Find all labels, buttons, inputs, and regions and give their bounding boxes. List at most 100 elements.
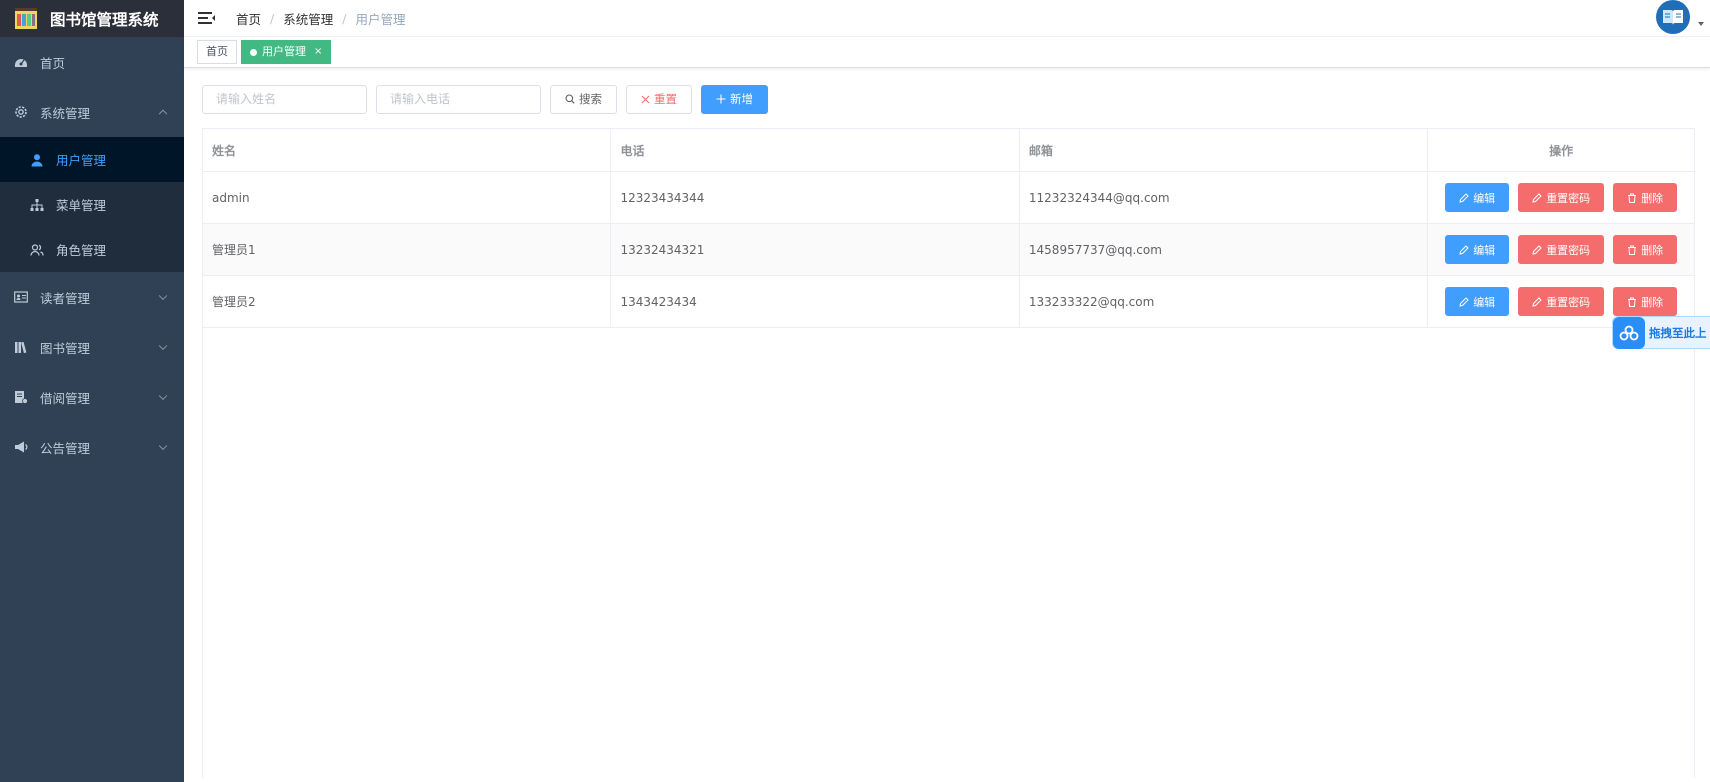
- delete-button[interactable]: 删除: [1613, 183, 1678, 212]
- delete-button-label: 删除: [1641, 295, 1664, 309]
- sidebar: 图书馆管理系统 首页 系统管理 用户管理 菜单管理 角色管理 读者管理 图书管理…: [0, 0, 184, 782]
- sidebar-item-label: 读者管理: [40, 290, 91, 306]
- cell-phone: 12323434344: [611, 172, 1020, 223]
- reset-button-label: 重置: [654, 92, 677, 106]
- cell-phone: 13232434321: [611, 224, 1020, 275]
- sidebar-item-readers[interactable]: 读者管理: [0, 272, 184, 322]
- close-icon: [641, 95, 650, 104]
- app-title: 图书馆管理系统: [50, 10, 159, 29]
- edit-button[interactable]: 编辑: [1445, 183, 1510, 212]
- edit-icon: [1532, 296, 1542, 307]
- sidebar-item-system[interactable]: 系统管理: [0, 87, 184, 137]
- phone-search-input[interactable]: [376, 84, 541, 114]
- edit-icon: [1459, 296, 1469, 307]
- table-row: admin 12323434344 11232324344@qq.com 编辑 …: [203, 172, 1694, 224]
- breadcrumb-home[interactable]: 首页: [236, 9, 261, 28]
- sidebar-item-label: 借阅管理: [40, 390, 91, 406]
- sidebar-item-label: 系统管理: [40, 105, 91, 121]
- edit-button-label: 编辑: [1473, 295, 1496, 309]
- gear-icon: [14, 105, 28, 119]
- reset-password-button-label: 重置密码: [1546, 191, 1591, 205]
- breadcrumb-separator: /: [342, 10, 347, 26]
- id-card-icon: [14, 290, 28, 304]
- chevron-down-icon: [158, 441, 168, 451]
- edit-button[interactable]: 编辑: [1445, 235, 1510, 264]
- search-button[interactable]: 搜索: [550, 84, 617, 114]
- table-row: 管理员2 1343423434 133233322@qq.com 编辑 重置密码: [203, 276, 1694, 328]
- cloud-link-icon: [1613, 316, 1645, 349]
- close-icon[interactable]: ×: [314, 41, 322, 63]
- tag-home[interactable]: 首页: [197, 40, 237, 64]
- column-header-name: 姓名: [203, 129, 612, 171]
- delete-button-label: 删除: [1641, 191, 1664, 205]
- sidebar-item-label: 菜单管理: [56, 198, 107, 213]
- megaphone-icon: [14, 440, 28, 454]
- avatar[interactable]: [1656, 0, 1690, 34]
- sidebar-item-borrow[interactable]: 借阅管理: [0, 372, 184, 422]
- logo-bar[interactable]: 图书馆管理系统: [0, 0, 184, 37]
- reset-password-button[interactable]: 重置密码: [1518, 183, 1605, 212]
- sidebar-item-menus[interactable]: 菜单管理: [0, 182, 184, 227]
- cell-email: 133233322@qq.com: [1020, 276, 1429, 327]
- reset-password-button[interactable]: 重置密码: [1518, 287, 1605, 316]
- tags-view: 首页 用户管理 ×: [184, 37, 1710, 68]
- breadcrumb-system[interactable]: 系统管理: [283, 9, 333, 28]
- sidebar-item-label: 首页: [40, 55, 66, 71]
- page-content: 搜索 重置 新增 姓名 电话: [184, 68, 1710, 778]
- sidebar-item-label: 公告管理: [40, 440, 91, 456]
- cell-name: 管理员1: [203, 224, 612, 275]
- delete-button[interactable]: 删除: [1613, 287, 1678, 316]
- hamburger-icon[interactable]: [198, 9, 216, 27]
- books-icon: [14, 340, 28, 354]
- cell-email: 11232324344@qq.com: [1020, 172, 1429, 223]
- active-dot-icon: [250, 48, 257, 56]
- drag-widget-label: 拖拽至此上: [1649, 325, 1707, 340]
- cell-actions: 编辑 重置密码 删除: [1428, 224, 1694, 275]
- chevron-down-icon: [158, 391, 168, 401]
- cell-name: admin: [203, 172, 612, 223]
- column-header-phone: 电话: [611, 129, 1020, 171]
- name-search-input[interactable]: [202, 84, 367, 114]
- sidebar-item-label: 图书管理: [40, 340, 91, 356]
- sidebar-item-books[interactable]: 图书管理: [0, 322, 184, 372]
- sidebar-item-home[interactable]: 首页: [0, 37, 184, 87]
- edit-icon: [1459, 192, 1469, 203]
- edit-button-label: 编辑: [1473, 243, 1496, 257]
- main-area: 首页 / 系统管理 / 用户管理 首页 用户管理 × 请输入姓名 请输入电话 搜…: [184, 0, 1710, 782]
- peoples-icon: [30, 243, 44, 257]
- reset-password-button[interactable]: 重置密码: [1518, 235, 1605, 264]
- breadcrumb: 首页 / 系统管理 / 用户管理: [236, 9, 405, 28]
- column-header-email: 邮箱: [1020, 129, 1429, 171]
- trash-icon: [1627, 193, 1637, 203]
- column-header-actions: 操作: [1549, 143, 1574, 158]
- sidebar-item-users[interactable]: 用户管理: [0, 137, 184, 182]
- sidebar-item-label: 用户管理: [56, 153, 107, 168]
- breadcrumb-separator: /: [270, 10, 275, 26]
- edit-button[interactable]: 编辑: [1445, 287, 1510, 316]
- cell-phone: 1343423434: [611, 276, 1020, 327]
- cell-email: 1458957737@qq.com: [1020, 224, 1429, 275]
- library-logo-icon: [14, 7, 38, 31]
- breadcrumb-current: 用户管理: [355, 11, 406, 27]
- drag-upload-widget[interactable]: 拖拽至此上: [1612, 316, 1710, 349]
- table-header: 姓名 电话 邮箱 操作: [203, 129, 1694, 172]
- sidebar-item-notice[interactable]: 公告管理: [0, 422, 184, 472]
- tag-user-management[interactable]: 用户管理 ×: [241, 40, 332, 64]
- navbar: 首页 / 系统管理 / 用户管理: [184, 0, 1710, 37]
- edit-icon: [1532, 192, 1542, 203]
- cell-actions: 编辑 重置密码 删除: [1428, 172, 1694, 223]
- add-button[interactable]: 新增: [701, 84, 768, 114]
- search-toolbar: 搜索 重置 新增: [202, 84, 1696, 114]
- reset-password-button-label: 重置密码: [1546, 295, 1591, 309]
- chevron-down-icon: [158, 341, 168, 351]
- search-button-label: 搜索: [579, 92, 602, 106]
- caret-down-icon[interactable]: [1698, 22, 1704, 26]
- reset-button[interactable]: 重置: [626, 84, 692, 114]
- search-icon: [565, 94, 575, 104]
- sidebar-item-roles[interactable]: 角色管理: [0, 227, 184, 272]
- table-row: 管理员1 13232434321 1458957737@qq.com 编辑 重置…: [203, 224, 1694, 276]
- edit-icon: [1459, 244, 1469, 255]
- tag-label: 用户管理: [262, 45, 306, 58]
- delete-button[interactable]: 删除: [1613, 235, 1678, 264]
- edit-button-label: 编辑: [1473, 191, 1496, 205]
